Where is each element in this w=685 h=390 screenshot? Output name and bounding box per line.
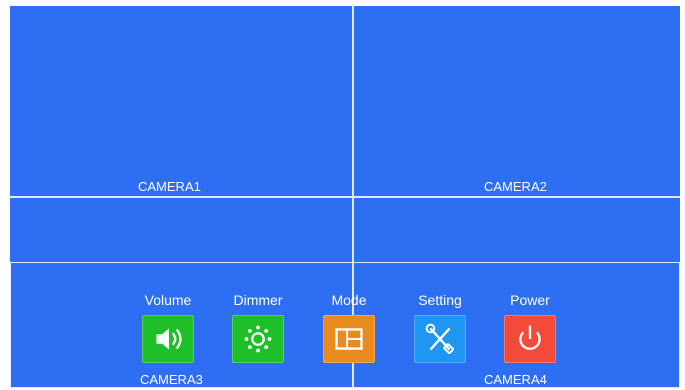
mode-button[interactable] xyxy=(323,315,375,363)
mode-label: Mode xyxy=(331,292,367,308)
menu-item-dimmer: Dimmer xyxy=(223,292,293,363)
horizontal-divider xyxy=(10,196,680,198)
volume-label: Volume xyxy=(144,292,192,308)
dimmer-button[interactable] xyxy=(232,315,284,363)
menu-item-volume: Volume xyxy=(133,292,203,363)
dimmer-label: Dimmer xyxy=(233,292,283,308)
menu-item-power: Power xyxy=(495,292,565,363)
camera-grid-screen: CAMERA1 CAMERA2 CAMERA3 CAMERA4 Volume D… xyxy=(10,6,680,388)
menu-item-mode: Mode xyxy=(314,292,384,363)
camera2-label: CAMERA2 xyxy=(484,179,547,194)
power-label: Power xyxy=(510,292,550,308)
setting-button[interactable] xyxy=(414,315,466,363)
setting-label: Setting xyxy=(418,292,462,308)
camera1-label: CAMERA1 xyxy=(138,179,201,194)
menu-item-setting: Setting xyxy=(405,292,475,363)
power-button[interactable] xyxy=(504,315,556,363)
volume-button[interactable] xyxy=(142,315,194,363)
